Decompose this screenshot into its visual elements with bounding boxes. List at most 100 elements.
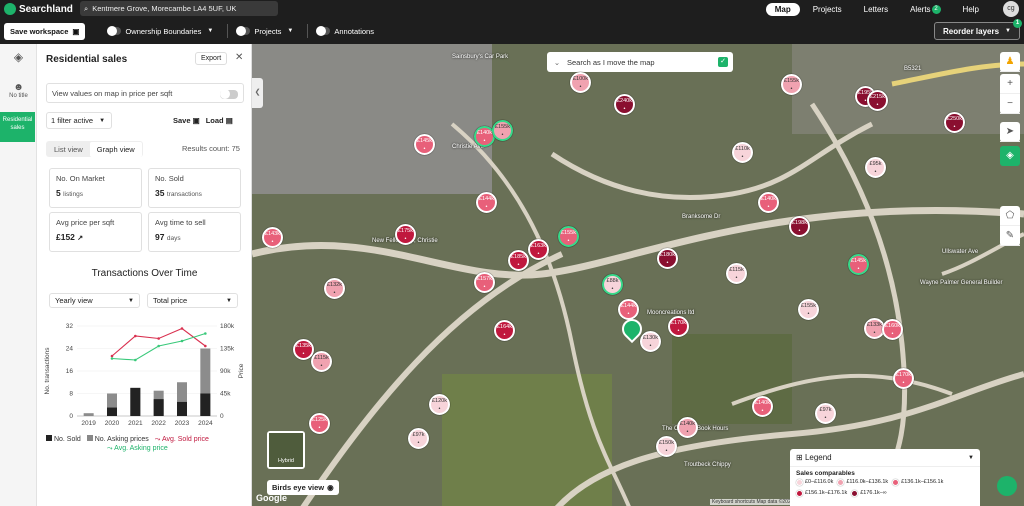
sale-pin[interactable]: £115k •: [726, 263, 747, 284]
app-logo[interactable]: Searchland: [0, 3, 80, 15]
locate-icon[interactable]: ➤: [1000, 122, 1020, 142]
ruler-icon[interactable]: ✎: [1000, 226, 1020, 246]
projects-toggle[interactable]: Projects ▼: [236, 26, 293, 36]
nav-projects[interactable]: Projects: [804, 3, 851, 16]
filter-dropdown[interactable]: 1 filter active ▼: [46, 112, 112, 129]
reorder-layers-button[interactable]: Reorder layers ▼ 1: [934, 19, 1022, 40]
sale-pin[interactable]: £157k •: [474, 272, 495, 293]
layers-rail-button[interactable]: ◈: [0, 44, 37, 76]
nav-map[interactable]: Map: [765, 2, 800, 16]
address-search[interactable]: ⌕ Kentmere Grove, Morecambe LA4 5UF, UK: [80, 1, 278, 16]
annotations-toggle[interactable]: Annotations: [316, 26, 374, 36]
sale-pin[interactable]: £198k •: [789, 216, 810, 237]
pin-dot-icon: •: [824, 414, 827, 421]
sale-pin[interactable]: £130k •: [640, 331, 661, 352]
nav-alerts[interactable]: Alerts 2: [901, 3, 949, 16]
legend-header[interactable]: ⊞ Legend ▼: [790, 449, 980, 467]
sale-pin[interactable]: £240k •: [614, 94, 635, 115]
sale-pin[interactable]: £215k •: [867, 90, 888, 111]
sale-pin[interactable]: £140k •: [752, 396, 773, 417]
sale-pin[interactable]: £163k •: [528, 239, 549, 260]
export-button[interactable]: Export: [195, 52, 228, 65]
sale-pin[interactable]: £140k •: [758, 192, 779, 213]
sale-pin[interactable]: £144k •: [618, 299, 639, 320]
hybrid-toggle[interactable]: Hybrid: [267, 431, 305, 469]
sale-pin[interactable]: £143k •: [262, 227, 283, 248]
zoom-out-button[interactable]: −: [1000, 94, 1020, 114]
sale-pin[interactable]: £115k •: [311, 351, 332, 372]
sale-pin[interactable]: £175k •: [395, 224, 416, 245]
avatar[interactable]: cg: [1003, 1, 1019, 17]
layers-stack-icon[interactable]: ◈: [1000, 146, 1020, 166]
sale-pin[interactable]: £170k •: [893, 368, 914, 389]
nav-letters[interactable]: Letters: [855, 3, 897, 16]
collapse-panel-button[interactable]: ❮: [252, 78, 263, 108]
nav-help[interactable]: Help: [954, 3, 988, 16]
satellite-imagery: [252, 44, 1024, 506]
sale-pin[interactable]: £100k •: [570, 72, 591, 93]
pin-dot-icon: •: [567, 237, 570, 244]
sale-pin[interactable]: £164k •: [494, 320, 515, 341]
sale-pin[interactable]: £95k •: [865, 157, 886, 178]
sale-pin[interactable]: £155k •: [492, 120, 513, 141]
search-as-move-bar[interactable]: ⌄ Search as I move the map ✓: [547, 52, 733, 72]
layers-control: ◈: [1000, 146, 1020, 166]
sale-pin[interactable]: £110k •: [732, 142, 753, 163]
period-value: Yearly view: [55, 296, 93, 305]
stat-label: Avg price per sqft: [56, 218, 115, 227]
sale-pin[interactable]: £180k •: [657, 248, 678, 269]
street-view-control[interactable]: ♟: [1000, 52, 1020, 72]
sale-pin[interactable]: £132k •: [324, 278, 345, 299]
sale-pin[interactable]: £140k •: [677, 417, 698, 438]
chevron-down-icon[interactable]: ▼: [287, 28, 293, 34]
map-area[interactable]: Sainsbury's Car Park New Fellowship, Chr…: [252, 44, 1024, 506]
draw-controls: ⬠ ✎: [1000, 206, 1020, 246]
period-dropdown[interactable]: Yearly view ▼: [49, 293, 140, 308]
sale-pin[interactable]: £185k •: [508, 250, 529, 271]
sale-pin[interactable]: £155k •: [798, 299, 819, 320]
projects-switch[interactable]: [236, 26, 251, 36]
polygon-icon[interactable]: ⬠: [1000, 206, 1020, 226]
search-as-move-checkbox[interactable]: ✓: [718, 57, 728, 67]
residential-rail-button[interactable]: Residential sales: [0, 112, 35, 142]
sale-pin[interactable]: £170k •: [668, 316, 689, 337]
sale-pin-label: £125k: [312, 416, 327, 423]
legend-item-label: £0–£116.0k: [805, 479, 834, 485]
search-input[interactable]: Kentmere Grove, Morecambe LA4 5UF, UK: [92, 4, 236, 13]
metric-dropdown[interactable]: Total price ▼: [147, 293, 238, 308]
sale-pin[interactable]: £88k •: [602, 274, 623, 295]
tab-graph-view[interactable]: Graph view: [89, 141, 142, 157]
save-workspace-button[interactable]: Save workspace ▣: [4, 22, 86, 40]
sale-pin[interactable]: £97k •: [408, 428, 429, 449]
sale-pin[interactable]: £144k •: [476, 192, 497, 213]
zoom-in-button[interactable]: +: [1000, 74, 1020, 94]
sale-pin[interactable]: £125k •: [309, 413, 330, 434]
sale-pin[interactable]: £97k •: [815, 403, 836, 424]
price-per-sqft-toggle[interactable]: [220, 89, 238, 99]
sale-pin[interactable]: £150k •: [656, 436, 677, 457]
pegman-icon[interactable]: ♟: [1000, 52, 1020, 72]
pin-dot-icon: •: [798, 227, 801, 234]
close-icon[interactable]: ✕: [235, 52, 243, 63]
save-filter-button[interactable]: Save ▣: [173, 116, 200, 125]
annotations-switch[interactable]: [316, 26, 331, 36]
sale-pin[interactable]: £145k •: [414, 134, 435, 155]
pin-dot-icon: •: [417, 439, 420, 446]
ownership-toggle[interactable]: Ownership Boundaries ▼: [107, 26, 213, 36]
pin-dot-icon: •: [807, 310, 810, 317]
tab-list-view[interactable]: List view: [47, 142, 90, 157]
chevron-down-icon[interactable]: ▼: [968, 455, 974, 461]
chat-icon[interactable]: [997, 476, 1017, 496]
sale-pin[interactable]: £250k •: [944, 112, 965, 133]
sale-pin[interactable]: £120k •: [429, 394, 450, 415]
sale-pin[interactable]: £155k •: [558, 226, 579, 247]
chevron-down-icon[interactable]: ⌄: [547, 58, 567, 67]
load-filter-button[interactable]: Load ▤: [206, 116, 233, 125]
sale-pin[interactable]: £155k •: [781, 74, 802, 95]
sale-pin[interactable]: £160k •: [882, 319, 903, 340]
sale-pin-label: £145k: [417, 137, 432, 144]
chevron-down-icon[interactable]: ▼: [207, 28, 213, 34]
sale-pin[interactable]: £145k •: [848, 254, 869, 275]
ownership-switch[interactable]: [107, 26, 122, 36]
untitled-rail-button[interactable]: ☻ No title: [0, 76, 37, 108]
